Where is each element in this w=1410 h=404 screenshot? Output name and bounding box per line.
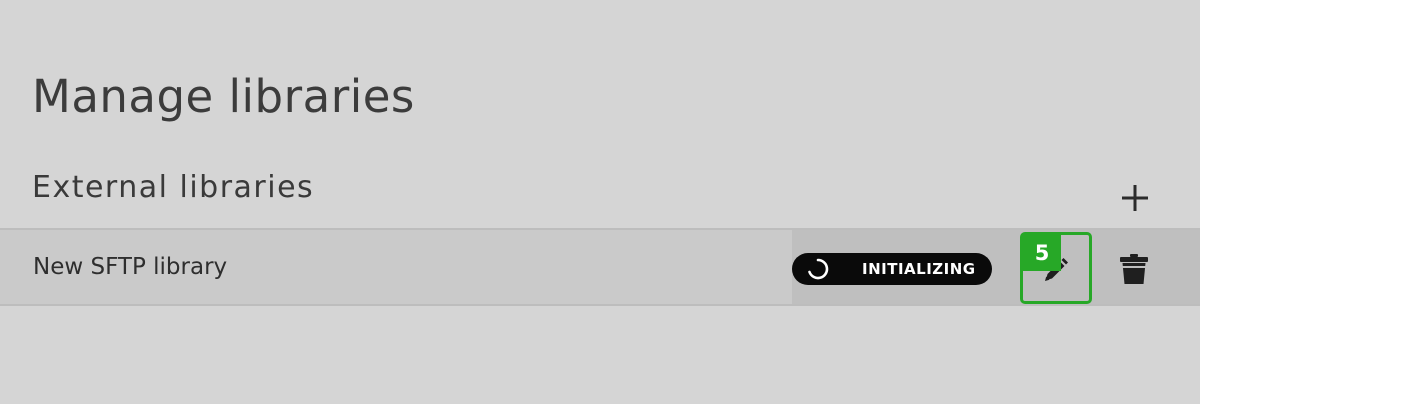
status-badge: INITIALIZING bbox=[792, 253, 992, 285]
status-text: INITIALIZING bbox=[862, 260, 976, 278]
page-title: Manage libraries bbox=[32, 70, 415, 123]
delete-library-button[interactable] bbox=[1118, 252, 1150, 286]
section-title: External libraries bbox=[32, 170, 315, 205]
library-row[interactable]: New SFTP library INITIALIZING 5 bbox=[0, 228, 1200, 306]
edit-badge: 5 bbox=[1023, 235, 1061, 271]
edit-library-button[interactable]: 5 bbox=[1020, 232, 1092, 304]
manage-libraries-panel: Manage libraries External libraries New … bbox=[0, 0, 1200, 404]
library-name: New SFTP library bbox=[33, 254, 228, 280]
trash-icon bbox=[1120, 254, 1148, 284]
add-library-button[interactable] bbox=[1115, 178, 1155, 218]
spinner-icon bbox=[808, 258, 829, 280]
plus-icon bbox=[1122, 185, 1148, 211]
